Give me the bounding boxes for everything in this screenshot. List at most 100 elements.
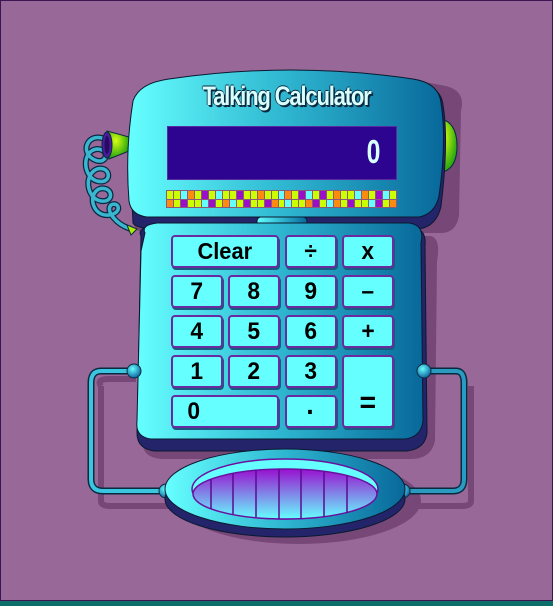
digit-1-button[interactable]: 1 (171, 355, 223, 388)
bead (334, 199, 341, 207)
bead (306, 199, 313, 207)
bead (222, 199, 229, 207)
bead (229, 199, 236, 207)
bead (348, 199, 355, 207)
digit-6-button[interactable]: 6 (285, 315, 337, 348)
bead (320, 199, 327, 207)
bead (292, 191, 299, 199)
bead (229, 191, 236, 199)
minus-button[interactable]: – (342, 275, 394, 308)
bead (383, 199, 390, 207)
clear-button[interactable]: Clear (171, 235, 279, 268)
digit-8-label: 8 (247, 277, 261, 305)
bead (341, 191, 348, 199)
digit-2-button[interactable]: 2 (228, 355, 280, 388)
bead (250, 199, 257, 207)
bead (271, 191, 278, 199)
plus-button[interactable]: + (342, 315, 394, 348)
bead (222, 191, 229, 199)
bead (173, 191, 180, 199)
digit-7-label: 7 (190, 277, 204, 305)
bead (292, 199, 299, 207)
bead (278, 191, 285, 199)
bead (201, 199, 208, 207)
divide-button[interactable]: ÷ (285, 235, 337, 268)
bead (285, 191, 292, 199)
digit-4-button[interactable]: 4 (171, 315, 223, 348)
plus-label: + (361, 317, 375, 345)
decorative-bead-strip (166, 190, 397, 208)
digit-6-label: 6 (304, 317, 318, 345)
digit-0-button[interactable]: 0 (171, 395, 279, 428)
bead (369, 191, 376, 199)
app-title: Talking Calculator (202, 81, 371, 111)
bead (390, 199, 396, 207)
speaker-grille-icon (164, 448, 406, 538)
bead (285, 199, 292, 207)
bead (320, 191, 327, 199)
equals-label: = (359, 386, 377, 419)
digit-0-label: 0 (187, 397, 201, 425)
bead (390, 191, 396, 199)
multiply-button[interactable]: x (342, 235, 394, 268)
digit-4-label: 4 (190, 317, 204, 345)
digit-3-button[interactable]: 3 (285, 355, 337, 388)
digit-7-button[interactable]: 7 (171, 275, 223, 308)
bead (355, 199, 362, 207)
divide-label: ÷ (304, 237, 318, 265)
digit-3-label: 3 (304, 357, 318, 385)
bead (208, 199, 215, 207)
bead (383, 191, 390, 199)
bead (327, 191, 334, 199)
bead (180, 191, 187, 199)
bead (264, 199, 271, 207)
clear-label: Clear (197, 238, 253, 264)
bead (306, 191, 313, 199)
bead (327, 199, 334, 207)
bead (299, 191, 306, 199)
bead (376, 199, 383, 207)
display-screen: 0 (167, 126, 397, 180)
bead (201, 191, 208, 199)
bead (243, 191, 250, 199)
bead (257, 191, 264, 199)
bead (278, 199, 285, 207)
bead (257, 199, 264, 207)
display-value: 0 (366, 133, 380, 170)
digit-5-button[interactable]: 5 (228, 315, 280, 348)
bead (167, 199, 173, 207)
digit-8-button[interactable]: 8 (228, 275, 280, 308)
bead (355, 191, 362, 199)
bead (348, 191, 355, 199)
digit-9-label: 9 (304, 277, 318, 305)
bead (250, 191, 257, 199)
calculator-window: Talking Calculator 0 Clear ÷ x 7 8 9 – 4… (0, 0, 553, 601)
digit-9-button[interactable]: 9 (285, 275, 337, 308)
minus-label: – (361, 277, 375, 305)
bead (271, 199, 278, 207)
bead (215, 199, 222, 207)
bead (362, 199, 369, 207)
digit-5-label: 5 (247, 317, 261, 345)
bead (236, 191, 243, 199)
bead (187, 191, 194, 199)
bead (208, 191, 215, 199)
bead (313, 199, 320, 207)
multiply-label: x (361, 237, 375, 265)
bead (341, 199, 348, 207)
bead (243, 199, 250, 207)
bead (236, 199, 243, 207)
left-ear-cone-icon (101, 130, 130, 160)
decimal-label: · (306, 395, 316, 427)
bead (334, 191, 341, 199)
bead (187, 199, 194, 207)
bead (376, 191, 383, 199)
bead (264, 191, 271, 199)
bead (173, 199, 180, 207)
digit-1-label: 1 (190, 357, 204, 385)
bead (194, 199, 201, 207)
decimal-button[interactable]: · (285, 395, 337, 428)
equals-button[interactable]: = (342, 355, 394, 428)
bead (369, 199, 376, 207)
digit-2-label: 2 (247, 357, 261, 385)
